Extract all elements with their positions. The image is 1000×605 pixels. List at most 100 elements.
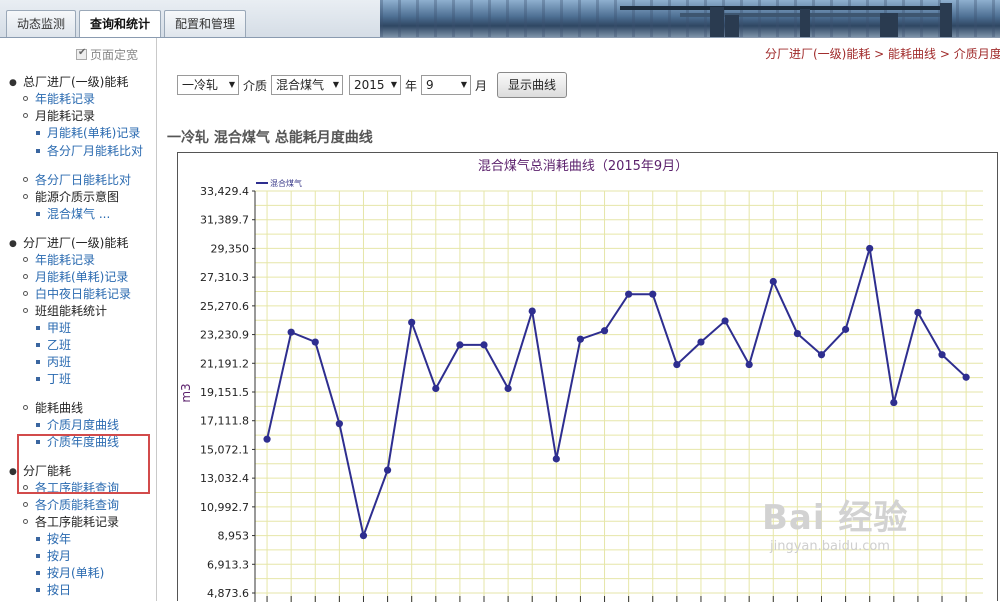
- square-bullet-icon: [36, 343, 40, 347]
- watermark-brand: Bai 经验: [762, 498, 909, 538]
- data-point: [793, 329, 801, 338]
- media-label: 介质: [243, 78, 268, 93]
- chart-title: 混合煤气总消耗曲线（2015年9月）: [478, 158, 688, 174]
- data-point: [938, 351, 946, 359]
- sidebar-item-mixed-gas[interactable]: 混合煤气 ...: [47, 206, 110, 222]
- sidebar-item-process-record[interactable]: 各工序能耗记录: [35, 514, 119, 530]
- checkbox-icon[interactable]: [76, 47, 87, 60]
- square-bullet-icon: [36, 571, 40, 575]
- data-point: [866, 244, 874, 253]
- sidebar-item-team-c[interactable]: 丙班: [47, 354, 71, 370]
- sidebar-group-title[interactable]: 总厂进厂(一级)能耗: [23, 74, 128, 90]
- data-point: [649, 290, 657, 298]
- show-curve-button[interactable]: 显示曲线: [497, 72, 568, 98]
- tab-query-statistics[interactable]: 查询和统计: [79, 10, 162, 37]
- square-bullet-icon: [36, 377, 40, 381]
- banner-tower: [800, 9, 810, 37]
- circle-bullet-icon: [23, 113, 28, 118]
- square-bullet-icon: [36, 588, 40, 592]
- plant-select[interactable]: 一冷轧: [177, 75, 239, 95]
- data-point: [745, 360, 753, 369]
- sidebar-group-title[interactable]: 分厂进厂(一级)能耗: [23, 235, 128, 251]
- sidebar-item-by-year[interactable]: 按年: [47, 531, 71, 547]
- sidebar-item-team-d[interactable]: 丁班: [47, 371, 71, 387]
- month-select[interactable]: 9: [421, 75, 472, 95]
- bullet-icon: ●: [9, 467, 17, 477]
- data-point: [504, 384, 512, 393]
- y-tick-label: 8,953: [218, 530, 250, 543]
- data-point: [769, 277, 777, 286]
- square-bullet-icon: [36, 212, 40, 216]
- tab-monitoring[interactable]: 动态监测: [6, 10, 77, 37]
- circle-bullet-icon: [23, 519, 28, 524]
- sidebar-item-year-record[interactable]: 年能耗记录: [35, 91, 95, 107]
- breadcrumb: 分厂进厂(一级)能耗 > 能耗曲线 > 介质月度曲线: [765, 47, 1000, 61]
- sidebar-item-media-query[interactable]: 各介质能耗查询: [35, 497, 119, 513]
- data-point: [625, 290, 633, 298]
- red-highlight-box: [17, 434, 150, 494]
- data-point: [432, 384, 440, 393]
- circle-bullet-icon: [23, 502, 28, 507]
- y-tick-label: 27,310.3: [200, 271, 249, 284]
- data-point: [552, 455, 560, 463]
- y-tick-label: 6,913.3: [207, 558, 249, 571]
- sidebar-item-daynight-record[interactable]: 白中夜日能耗记录: [35, 286, 131, 302]
- y-tick-label: 10,992.7: [200, 501, 249, 514]
- banner-tower: [725, 15, 739, 37]
- sidebar-item-team-a[interactable]: 甲班: [47, 320, 71, 336]
- sidebar-item-team-stats[interactable]: 班组能耗统计: [35, 303, 107, 319]
- sidebar-item-media-month-curve[interactable]: 介质月度曲线: [47, 417, 119, 433]
- y-tick-label: 13,032.4: [200, 472, 249, 485]
- y-tick-label: 33,429.4: [200, 185, 249, 198]
- circle-bullet-icon: [23, 257, 28, 262]
- bullet-icon: ●: [9, 239, 17, 249]
- data-point: [287, 328, 295, 336]
- year-unit-label: 年: [405, 78, 418, 93]
- data-point: [841, 325, 850, 333]
- y-tick-labels: 33,429.4 31,389.7 29,350 27,310.3 25,270.6 23…: [200, 185, 255, 600]
- data-point: [673, 360, 681, 369]
- data-point: [600, 327, 609, 335]
- sidebar-item-month-single[interactable]: 月能耗(单耗)记录: [47, 125, 140, 141]
- square-bullet-icon: [36, 423, 40, 427]
- data-point: [359, 532, 368, 540]
- banner-tower: [710, 7, 724, 37]
- fix-width-toggle[interactable]: 页面定宽: [76, 46, 138, 63]
- top-navigation-bar: 动态监测 查询和统计 配置和管理: [0, 0, 1000, 38]
- data-point: [383, 466, 392, 474]
- sidebar-item-by-month[interactable]: 按月: [47, 548, 71, 564]
- sidebar-item-day-compare[interactable]: 各分厂日能耗比对: [35, 172, 131, 188]
- tab-config-management[interactable]: 配置和管理: [164, 10, 247, 37]
- y-tick-label: 29,350: [211, 242, 250, 255]
- data-point: [576, 335, 585, 343]
- watermark: Bai 经验 jingyan.baidu.com: [762, 490, 908, 554]
- circle-bullet-icon: [23, 177, 28, 182]
- sidebar-item-month-single[interactable]: 月能耗(单耗)记录: [35, 269, 128, 285]
- sidebar-item-month-record[interactable]: 月能耗记录: [35, 108, 95, 124]
- y-tick-label: 17,111.8: [200, 415, 249, 428]
- sidebar-item-year-record[interactable]: 年能耗记录: [35, 252, 95, 268]
- data-point: [890, 398, 898, 407]
- sidebar-item-team-b[interactable]: 乙班: [47, 337, 71, 353]
- data-point: [263, 435, 271, 443]
- data-point: [480, 341, 488, 349]
- y-tick-label: 21,191.2: [200, 357, 249, 370]
- sidebar-item-by-day[interactable]: 按日: [47, 582, 71, 598]
- bullet-icon: ●: [9, 78, 17, 88]
- sidebar-item-month-compare[interactable]: 各分厂月能耗比对: [47, 143, 143, 159]
- square-bullet-icon: [36, 131, 40, 135]
- circle-bullet-icon: [23, 291, 28, 296]
- year-select[interactable]: 2015: [349, 75, 402, 95]
- sidebar: 页面定宽 ● 总厂进厂(一级)能耗 年能耗记录 月能耗记录 月能耗(单耗)记录 …: [0, 38, 157, 601]
- sidebar-item-energy-curves[interactable]: 能耗曲线: [35, 400, 83, 416]
- sidebar-item-media-diagram[interactable]: 能源介质示意图: [35, 189, 119, 205]
- data-point: [962, 373, 970, 381]
- y-tick-label: 23,230.9: [200, 329, 249, 342]
- sidebar-item-by-month-single[interactable]: 按月(单耗): [47, 565, 104, 581]
- media-select[interactable]: 混合煤气: [271, 75, 344, 95]
- y-tick-label: 4,873.6: [207, 587, 249, 600]
- filter-controls: 一冷轧 介质 混合煤气 2015 年 9 月 显示曲线: [177, 72, 568, 98]
- data-point: [408, 318, 416, 326]
- data-point: [721, 317, 729, 325]
- main-tabs: 动态监测 查询和统计 配置和管理: [6, 10, 247, 37]
